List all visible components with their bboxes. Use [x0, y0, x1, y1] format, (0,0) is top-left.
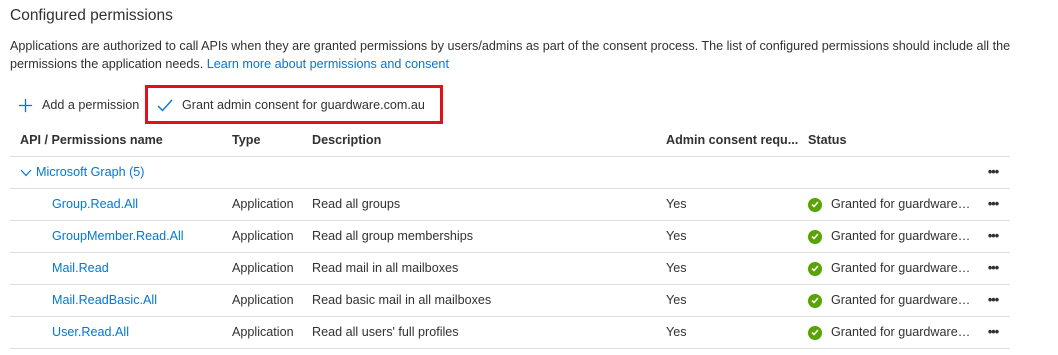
header-status[interactable]: Status: [808, 125, 976, 156]
permissions-table: API / Permissions name Type Description …: [10, 125, 1010, 349]
check-circle-icon: [808, 229, 822, 244]
permission-type: Application: [232, 197, 294, 211]
check-circle-icon: [808, 293, 822, 308]
header-api-permissions-name[interactable]: API / Permissions name: [20, 125, 225, 156]
table-row: Mail.ReadBasic.All Application Read basi…: [10, 285, 1010, 317]
row-more-button[interactable]: •••: [982, 253, 1004, 284]
section-description: Applications are authorized to call APIs…: [10, 38, 1020, 73]
admin-consent-value: Yes: [666, 261, 687, 275]
chevron-down-icon: [20, 169, 32, 177]
header-type[interactable]: Type: [232, 125, 307, 156]
permission-description: Read all users' full profiles: [312, 325, 459, 339]
row-more-button[interactable]: •••: [982, 189, 1004, 220]
permission-description: Read mail in all mailboxes: [312, 261, 459, 275]
permission-type: Application: [232, 325, 294, 339]
admin-consent-value: Yes: [666, 229, 687, 243]
status-text: Granted for guardware.c...: [831, 293, 971, 307]
table-row: Mail.Read Application Read mail in all m…: [10, 253, 1010, 285]
group-label[interactable]: Microsoft Graph (5): [36, 157, 144, 188]
status-cell: Granted for guardware.c...: [808, 221, 976, 252]
permission-type: Application: [232, 229, 294, 243]
highlight-box: [145, 85, 443, 124]
permission-type: Application: [232, 293, 294, 307]
table-row: Group.Read.All Application Read all grou…: [10, 189, 1010, 221]
section-title: Configured permissions: [10, 7, 173, 24]
permission-name-link[interactable]: Mail.Read: [20, 253, 257, 284]
group-toggle[interactable]: Microsoft Graph (5): [20, 157, 144, 188]
status-text: Granted for guardware.c...: [831, 229, 971, 243]
description-text: Applications are authorized to call APIs…: [10, 39, 1011, 71]
admin-consent-value: Yes: [666, 293, 687, 307]
status-cell: Granted for guardware.c...: [808, 285, 976, 316]
status-text: Granted for guardware.c...: [831, 197, 971, 211]
status-text: Granted for guardware.c...: [831, 325, 971, 339]
group-row-microsoft-graph[interactable]: Microsoft Graph (5) •••: [10, 157, 1010, 189]
row-more-button[interactable]: •••: [982, 285, 1004, 316]
learn-more-link[interactable]: Learn more about permissions and consent: [207, 57, 449, 71]
permission-description: Read basic mail in all mailboxes: [312, 293, 492, 307]
table-row: GroupMember.Read.All Application Read al…: [10, 221, 1010, 253]
table-header-row: API / Permissions name Type Description …: [10, 125, 1010, 157]
permission-description: Read all groups: [312, 197, 401, 211]
check-circle-icon: [808, 261, 822, 276]
status-text: Granted for guardware.c...: [831, 261, 971, 275]
status-cell: Granted for guardware.c...: [808, 253, 976, 284]
permission-name-link[interactable]: Mail.ReadBasic.All: [20, 285, 257, 316]
add-permission-button[interactable]: Add a permission: [18, 95, 139, 115]
admin-consent-value: Yes: [666, 197, 687, 211]
group-more-button[interactable]: •••: [982, 157, 1004, 188]
status-cell: Granted for guardware.c...: [808, 317, 976, 348]
row-more-button[interactable]: •••: [982, 317, 1004, 348]
permission-type: Application: [232, 261, 294, 275]
table-row: User.Read.All Application Read all users…: [10, 317, 1010, 349]
status-cell: Granted for guardware.c...: [808, 189, 976, 220]
check-circle-icon: [808, 325, 822, 340]
header-admin-consent[interactable]: Admin consent requ...: [666, 125, 801, 156]
check-circle-icon: [808, 197, 822, 212]
add-permission-label: Add a permission: [42, 98, 140, 112]
admin-consent-value: Yes: [666, 325, 687, 339]
permission-description: Read all group memberships: [312, 229, 474, 243]
header-description[interactable]: Description: [312, 125, 652, 156]
permission-name-link[interactable]: Group.Read.All: [20, 189, 257, 220]
permission-name-link[interactable]: GroupMember.Read.All: [20, 221, 257, 252]
plus-icon: [18, 98, 33, 113]
permission-name-link[interactable]: User.Read.All: [20, 317, 257, 348]
row-more-button[interactable]: •••: [982, 221, 1004, 252]
